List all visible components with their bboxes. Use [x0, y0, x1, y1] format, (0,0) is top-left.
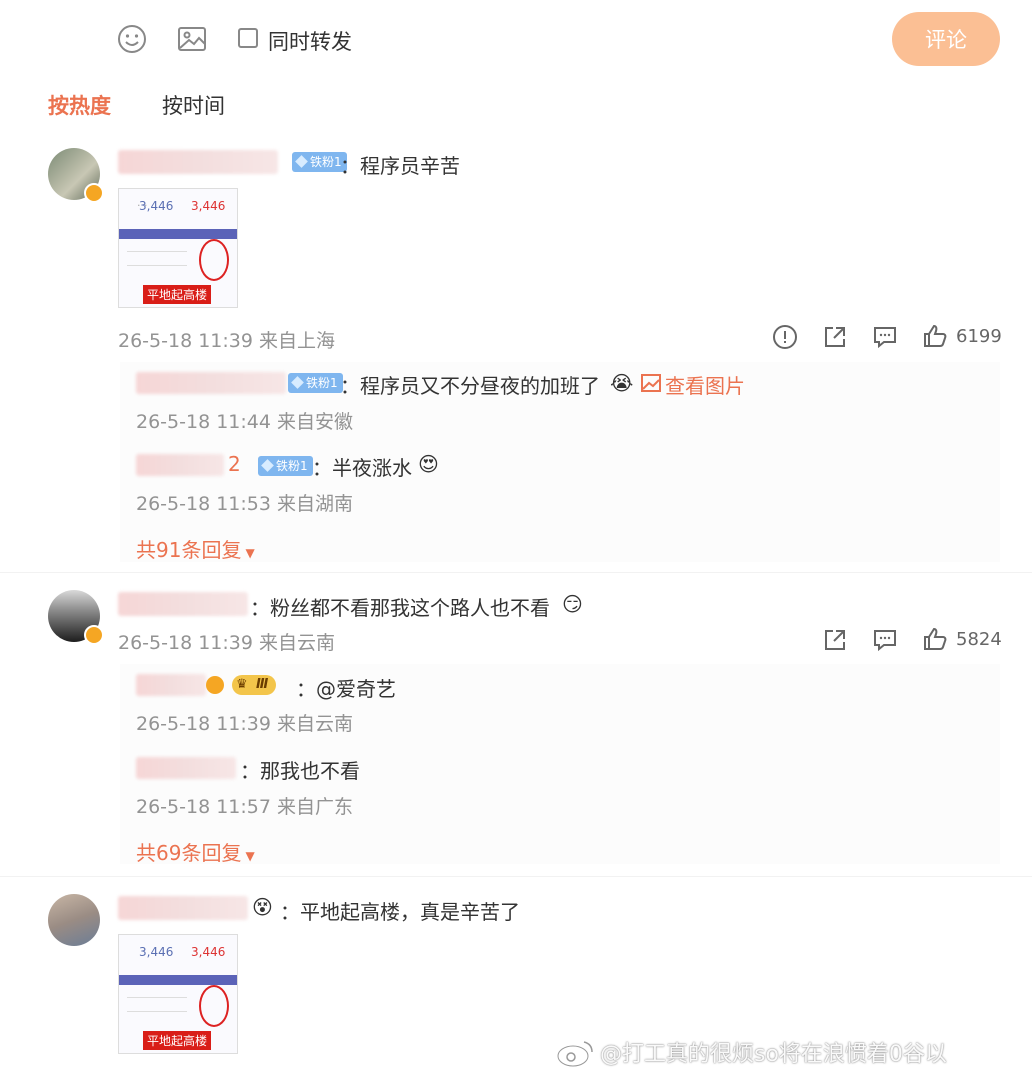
image-caption: 平地起高楼 [143, 1031, 212, 1050]
comment-text: ：粉丝都不看那我这个路人也不看 [250, 596, 550, 620]
comment-image[interactable]: · · 3,446 3,446 平地起高楼 [118, 188, 238, 308]
reply-meta: 26-5-18 11:39 来自云南 [136, 713, 353, 735]
tab-sort-hot[interactable]: 按热度 [48, 90, 111, 120]
like-button[interactable]: 6199 [922, 323, 1002, 349]
comment-meta: 26-5-18 11:39 来自云南 [118, 632, 335, 654]
reply-text: ：半夜涨水 [312, 456, 412, 480]
repost-label[interactable]: 同时转发 [268, 26, 352, 56]
verified-badge-icon [206, 676, 224, 694]
divider [0, 572, 1032, 573]
more-replies-link[interactable]: 共69条回复 ▼ [136, 837, 255, 866]
more-replies-label: 共69条回复 [136, 841, 242, 865]
reply-text: ：@爱奇艺 [296, 677, 396, 701]
reply-username-blurred[interactable] [136, 674, 206, 696]
username-blurred[interactable] [118, 150, 278, 174]
image-value-b: 3,446 [191, 199, 226, 213]
heart-eyes-emoji-icon: 😍 [418, 452, 439, 476]
share-icon[interactable] [820, 322, 850, 352]
comment-icon[interactable] [870, 322, 900, 352]
smiley-icon[interactable] [117, 24, 147, 54]
doge-emoji-icon: 😏 [562, 592, 583, 616]
image-value-a: 3,446 [139, 199, 174, 213]
reply-username-suffix[interactable]: 2 [228, 452, 241, 476]
like-count: 6199 [956, 325, 1002, 347]
fan-badge: 铁粉1 [288, 373, 343, 393]
reply-username-blurred[interactable] [136, 757, 236, 779]
image-caption: 平地起高楼 [143, 285, 212, 304]
caret-down-icon: ▼ [245, 849, 255, 863]
submit-comment-button[interactable]: 评论 [892, 12, 1000, 66]
caret-down-icon: ▼ [245, 546, 255, 560]
verified-badge-icon [84, 183, 104, 203]
verified-badge-icon [84, 625, 104, 645]
fan-badge-icon: 😵 [252, 895, 273, 919]
repost-checkbox[interactable] [238, 28, 258, 48]
like-count: 5824 [956, 628, 1002, 650]
member-badge: ♛ Ⅲ [232, 675, 277, 695]
comment-icon[interactable] [870, 625, 900, 655]
picture-link-icon[interactable] [641, 374, 661, 396]
member-level: Ⅲ [256, 677, 269, 692]
crown-icon: ♛ [236, 677, 248, 692]
more-replies-link[interactable]: 共91条回复 ▼ [136, 534, 255, 563]
reply-meta: 26-5-18 11:44 来自安徽 [136, 411, 353, 433]
reply-text: ：程序员又不分昼夜的加班了 [340, 374, 600, 398]
more-replies-label: 共91条回复 [136, 538, 242, 562]
fan-badge: 铁粉1 [292, 152, 347, 172]
username-blurred[interactable] [118, 896, 248, 920]
tab-sort-time[interactable]: 按时间 [162, 90, 225, 120]
comment-text: ：平地起高楼，真是辛苦了 [280, 900, 520, 924]
share-icon[interactable] [820, 625, 850, 655]
avatar[interactable] [48, 894, 100, 946]
reply-meta: 26-5-18 11:57 来自广东 [136, 796, 353, 818]
crying-emoji-icon: 😭 [610, 371, 634, 395]
reply-text: ：那我也不看 [240, 759, 360, 783]
reply-meta: 26-5-18 11:53 来自湖南 [136, 493, 353, 515]
watermark-text: @打工真的很烦so将在浪惯着0谷以 [600, 1042, 947, 1067]
thumbs-up-icon [924, 627, 947, 650]
like-button[interactable]: 5824 [922, 626, 1002, 652]
fan-badge: 铁粉1 [258, 456, 313, 476]
comment-image[interactable]: 3,446 3,446 平地起高楼 [118, 934, 238, 1054]
reply-username-blurred[interactable] [136, 372, 286, 394]
comment-meta: 26-5-18 11:39 来自上海 [118, 330, 335, 352]
comment-text: ：程序员辛苦 [340, 154, 460, 178]
username-blurred[interactable] [118, 592, 248, 616]
view-image-link[interactable]: 查看图片 [665, 370, 745, 399]
thumbs-up-icon [924, 324, 947, 347]
report-icon[interactable] [770, 322, 800, 352]
image-value-b: 3,446 [191, 945, 226, 959]
image-icon[interactable] [177, 24, 207, 54]
reply-username-blurred[interactable] [136, 454, 224, 476]
divider [0, 876, 1032, 877]
image-value-a: 3,446 [139, 945, 174, 959]
weibo-logo-icon [556, 1038, 596, 1072]
